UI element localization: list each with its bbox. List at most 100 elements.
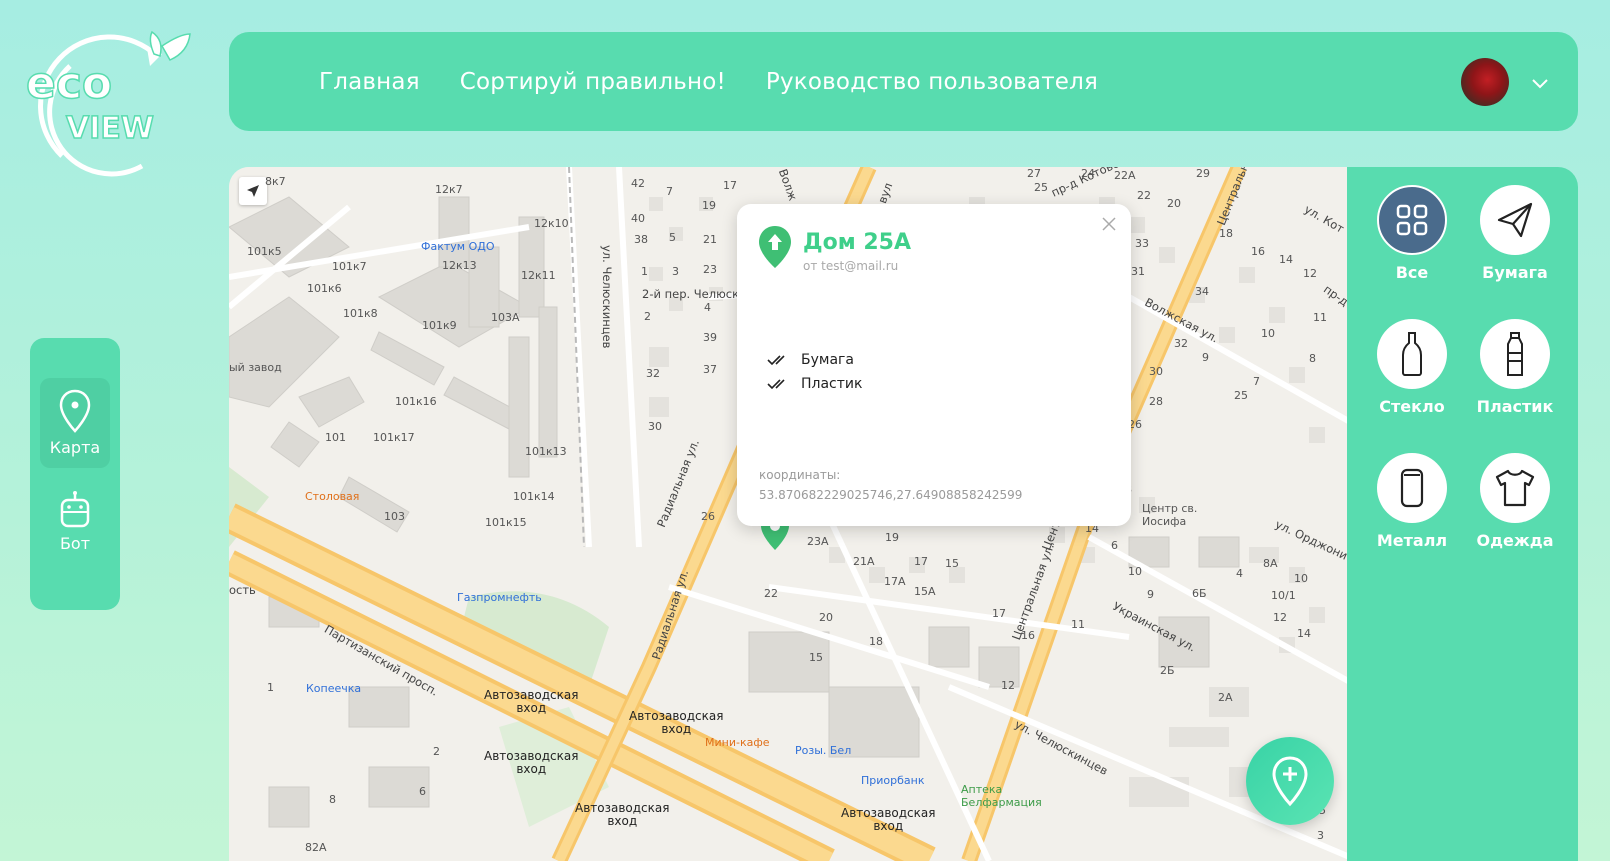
eco-view-logo[interactable]: eco VIEW: [22, 26, 197, 178]
map-poi-label: Приорбанк: [861, 774, 925, 787]
house-number: 10: [1128, 565, 1142, 578]
house-number: 101к15: [485, 516, 527, 529]
house-number: 103А: [491, 311, 520, 324]
house-number: 22А: [1114, 169, 1136, 182]
house-number: 29: [1196, 167, 1210, 180]
house-number: 16: [1251, 245, 1265, 258]
house-number: 6: [419, 785, 426, 798]
filter-circle[interactable]: [1377, 453, 1447, 523]
map-poi-label: Фактум ОДО: [421, 240, 495, 253]
filter-plastic[interactable]: Пластик: [1465, 319, 1565, 416]
close-icon[interactable]: [1101, 216, 1117, 232]
house-number: 28: [1149, 395, 1163, 408]
nav-guide-link[interactable]: Руководство пользователя: [766, 69, 1098, 95]
house-number: 42: [631, 177, 645, 190]
house-number: 32: [646, 367, 660, 380]
filter-circle[interactable]: [1480, 185, 1550, 255]
glass-bottle-icon: [1402, 332, 1422, 376]
house-number: 8А: [1263, 557, 1278, 570]
house-number: 19: [885, 531, 899, 544]
filter-glass[interactable]: Стекло: [1362, 319, 1462, 416]
filter-circle[interactable]: [1377, 185, 1447, 255]
nav-sort-link[interactable]: Сортируй правильно!: [460, 69, 726, 95]
filter-circle[interactable]: [1480, 453, 1550, 523]
house-number: 22: [764, 587, 778, 600]
metro-label: Автозаводская вход: [484, 688, 579, 715]
house-number: 27: [1027, 167, 1041, 180]
sidebar-item-label: Бот: [59, 534, 91, 553]
metro-label: Автозаводская вход: [841, 806, 936, 833]
point-popup: Дом 25А от test@mail.ru Бумага Пластик к…: [737, 204, 1131, 526]
house-number: 101к17: [373, 431, 415, 444]
filter-label: Все: [1395, 263, 1429, 282]
house-number: 22: [1137, 189, 1151, 202]
house-number: 20: [1167, 197, 1181, 210]
house-number: 37: [703, 363, 717, 376]
metro-label: Автозаводская вход: [575, 801, 670, 828]
house-number: 101к16: [395, 395, 437, 408]
paper-plane-icon: [1497, 202, 1533, 238]
filter-circle[interactable]: [1480, 319, 1550, 389]
map-poi-label: Газпромнефть: [457, 591, 542, 604]
sidebar-item-map[interactable]: Карта: [40, 378, 110, 468]
metro-label: Автозаводская вход: [629, 709, 724, 736]
add-location-button[interactable]: [1246, 737, 1334, 825]
house-number: 17А: [884, 575, 906, 588]
navigation-arrow-icon: [247, 185, 259, 197]
house-number: 1: [267, 681, 274, 694]
coords-label: координаты:: [759, 468, 841, 482]
house-number: 7: [666, 185, 673, 198]
nav-home-link[interactable]: Главная: [319, 69, 420, 95]
popup-categories: Бумага Пластик: [767, 348, 862, 396]
house-number: 25: [1234, 389, 1248, 402]
location-pin-icon: [59, 389, 91, 433]
house-number: 8: [329, 793, 336, 806]
house-number: 30: [648, 420, 662, 433]
chevron-down-icon[interactable]: [1529, 72, 1551, 94]
map-poi-label: Копеечка: [306, 682, 362, 695]
map-street-label: ул. Челюскинцев: [600, 245, 614, 349]
filter-label: Стекло: [1379, 397, 1445, 416]
top-header: Главная Сортируй правильно! Руководство …: [229, 32, 1578, 131]
filter-circle[interactable]: [1377, 319, 1447, 389]
house-number: 24: [1081, 167, 1095, 180]
filter-clothes[interactable]: Одежда: [1465, 453, 1565, 550]
filter-all[interactable]: Все: [1362, 185, 1462, 282]
filter-label: Металл: [1376, 531, 1448, 550]
house-number: 23: [703, 263, 717, 276]
popup-title: Дом 25А: [803, 230, 911, 255]
sidebar-item-bot[interactable]: Бот: [40, 480, 110, 570]
category-label: Бумага: [801, 352, 854, 368]
category-label: Пластик: [801, 376, 863, 392]
house-number: 20: [819, 611, 833, 624]
recycle-pin-icon: [759, 226, 791, 268]
house-number: 3: [672, 265, 679, 278]
popup-author: от test@mail.ru: [803, 259, 899, 273]
house-number: 21: [703, 233, 717, 246]
locate-button[interactable]: [239, 177, 267, 205]
house-number: 34: [1195, 285, 1209, 298]
map-poi-label: Розы. Бел: [795, 744, 852, 757]
house-number: 10: [1294, 572, 1308, 585]
filter-metal[interactable]: Металл: [1362, 453, 1462, 550]
house-number: 6: [1111, 539, 1118, 552]
house-number: 101к6: [307, 282, 342, 295]
house-number: 31: [1131, 265, 1145, 278]
house-number: 17: [914, 555, 928, 568]
filter-paper[interactable]: Бумага: [1465, 185, 1565, 282]
house-number: 26: [701, 510, 715, 523]
house-number: 2: [644, 310, 651, 323]
house-number: 40: [631, 212, 645, 225]
house-number: 12: [1273, 611, 1287, 624]
house-number: 17: [723, 179, 737, 192]
double-check-icon: [767, 355, 785, 366]
house-number: 6Б: [1192, 587, 1207, 600]
house-number: 101к8: [343, 307, 378, 320]
house-number: 11: [1071, 618, 1085, 631]
house-number: 101к5: [247, 245, 282, 258]
house-number: 19: [702, 199, 716, 212]
house-number: 12: [1001, 679, 1015, 692]
user-avatar[interactable]: [1461, 58, 1509, 106]
house-number: 8к7: [265, 175, 286, 188]
house-number: 5: [669, 231, 676, 244]
